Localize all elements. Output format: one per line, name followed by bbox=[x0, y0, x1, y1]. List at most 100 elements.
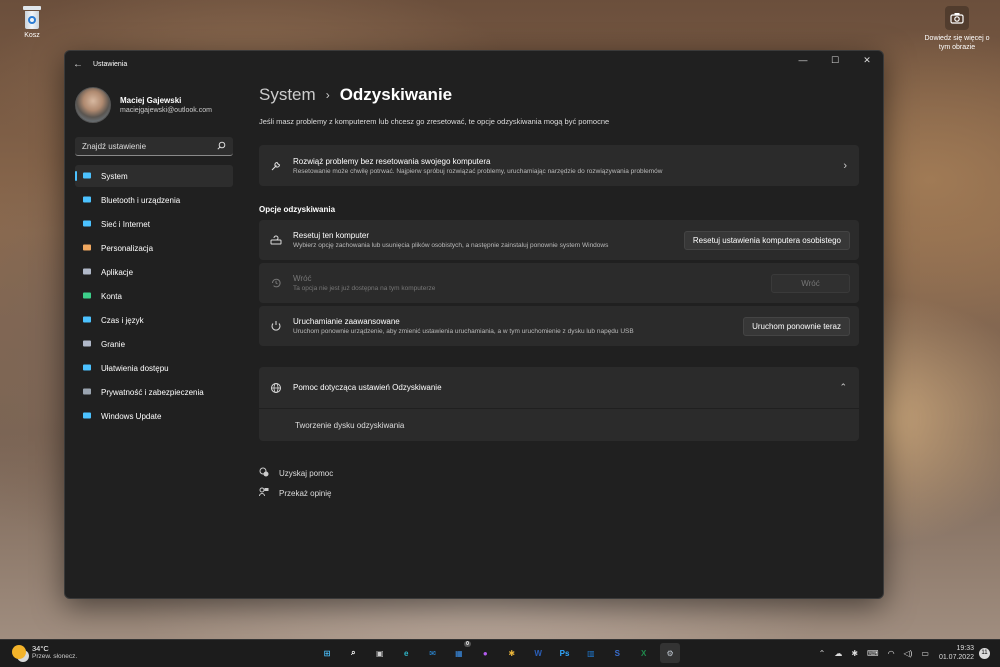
wifi-icon bbox=[81, 219, 93, 229]
sidebar-item-label: System bbox=[101, 171, 128, 181]
taskbar-excel-button[interactable]: X bbox=[634, 643, 654, 663]
sidebar-item-brush[interactable]: Personalizacja bbox=[75, 237, 233, 259]
update-icon bbox=[81, 411, 93, 421]
page-title: Odzyskiwanie bbox=[339, 85, 453, 104]
reset-pc-card: Resetuj ten komputer Wybierz opcję zacho… bbox=[259, 220, 859, 260]
battery-icon[interactable]: ▭ bbox=[921, 649, 929, 658]
weather-widget[interactable]: 34°C Przew. słonecz. bbox=[12, 644, 77, 660]
taskbar-start-button[interactable]: ⊞ bbox=[317, 643, 337, 663]
globe-icon bbox=[259, 382, 293, 394]
close-button[interactable]: ✕ bbox=[851, 51, 883, 69]
sidebar-item-monitor[interactable]: System bbox=[75, 165, 233, 187]
maximize-button[interactable]: ☐ bbox=[819, 51, 851, 69]
settings-icon: ⚙ bbox=[666, 648, 674, 658]
taskbar-apps: ⊞ ⌕ ▣ e ✉ ▦ 0 ● ✱ W Ps ▥ S X ⚙ bbox=[317, 641, 686, 663]
sidebar-item-label: Sieć i Internet bbox=[101, 219, 150, 229]
shield-icon bbox=[81, 387, 93, 397]
reset-pc-button[interactable]: Resetuj ustawienia komputera osobistego bbox=[683, 230, 850, 250]
help-expander[interactable]: Pomoc dotycząca ustawień Odzyskiwanie ⌃ bbox=[259, 367, 859, 408]
troubleshoot-card[interactable]: Rozwiąż problemy bez resetowania swojego… bbox=[259, 145, 859, 186]
taskbar-photoshop-button[interactable]: Ps bbox=[555, 643, 575, 663]
clock[interactable]: 19:33 01.07.2022 bbox=[939, 644, 974, 662]
camera-icon bbox=[945, 6, 969, 30]
sidebar-item-label: Personalizacja bbox=[101, 243, 154, 253]
task-view-icon: ▣ bbox=[376, 648, 384, 658]
recycle-bin[interactable]: Kosz bbox=[14, 6, 50, 39]
cloud-icon[interactable]: ☁ bbox=[834, 649, 842, 658]
taskbar-messenger-button[interactable]: ● bbox=[475, 643, 495, 663]
wifi-icon[interactable]: ◠ bbox=[888, 649, 895, 658]
sidebar-item-label: Windows Update bbox=[101, 411, 162, 421]
learn-about-image-widget[interactable]: Dowiedz się więcej o tym obrazie bbox=[922, 4, 992, 52]
taskbar-store-button[interactable]: ▦ 0 bbox=[449, 641, 471, 663]
sidebar-item-bluetooth[interactable]: Bluetooth i urządzenia bbox=[75, 189, 233, 211]
word-icon: W bbox=[534, 648, 542, 658]
mail-icon: ✉ bbox=[429, 648, 436, 658]
taskbar-edge-button[interactable]: e bbox=[396, 643, 416, 663]
search-icon: ⌕ bbox=[351, 648, 356, 657]
sidebar-item-gamepad[interactable]: Granie bbox=[75, 333, 233, 355]
minimize-button[interactable]: — bbox=[787, 51, 819, 69]
restart-now-button[interactable]: Uruchom ponownie teraz bbox=[743, 316, 850, 336]
sidebar-item-apps[interactable]: Aplikacje bbox=[75, 261, 233, 283]
user-profile[interactable]: Maciej Gajewski maciejgajewski@outlook.c… bbox=[65, 77, 243, 127]
go-back-desc: Ta opcja nie jest już dostępna na tym ko… bbox=[293, 285, 436, 292]
create-recovery-drive-link[interactable]: Tworzenie dysku odzyskiwania bbox=[259, 421, 404, 430]
go-back-title: Wróć bbox=[293, 274, 312, 283]
taskbar-mail-button[interactable]: ✉ bbox=[423, 643, 443, 663]
troubleshoot-desc: Resetowanie może chwilę potrwać. Najpier… bbox=[293, 167, 663, 175]
help-content: Tworzenie dysku odzyskiwania bbox=[259, 409, 859, 441]
reset-pc-desc: Wybierz opcję zachowania lub usunięcia p… bbox=[293, 242, 609, 249]
chevron-up-icon[interactable]: ⌃ bbox=[819, 649, 826, 658]
search-input[interactable]: Znajdź ustawienie bbox=[75, 137, 233, 156]
advanced-startup-title: Uruchamianie zaawansowane bbox=[293, 317, 400, 326]
sidebar-item-wifi[interactable]: Sieć i Internet bbox=[75, 213, 233, 235]
give-feedback-link[interactable]: Przekaż opinię bbox=[259, 483, 859, 503]
bluetooth-icon bbox=[81, 195, 93, 205]
sidebar-item-label: Czas i język bbox=[101, 315, 144, 325]
get-help-link[interactable]: Uzyskaj pomoc bbox=[259, 463, 859, 483]
title-bar: ← Ustawienia — ☐ ✕ bbox=[65, 51, 883, 77]
sidebar-item-globe-clock[interactable]: Czas i język bbox=[75, 309, 233, 331]
breadcrumb: System › Odzyskiwanie bbox=[259, 85, 859, 105]
sidebar-item-label: Konta bbox=[101, 291, 122, 301]
sidebar-item-update[interactable]: Windows Update bbox=[75, 405, 233, 427]
chevron-up-icon: ⌃ bbox=[839, 382, 847, 392]
taskbar-word-button[interactable]: W bbox=[528, 643, 548, 663]
user-email: maciejgajewski@outlook.com bbox=[120, 107, 212, 114]
go-back-button[interactable]: Wróć bbox=[771, 273, 850, 293]
taskbar-search-button[interactable]: ⌕ bbox=[343, 643, 363, 663]
taskbar-settings-button[interactable]: ⚙ bbox=[660, 643, 681, 663]
taskbar-slack-button[interactable]: ✱ bbox=[502, 643, 522, 663]
go-back-card: Wróć Ta opcja nie jest już dostępna na t… bbox=[259, 263, 859, 303]
brush-icon bbox=[81, 243, 93, 253]
messenger-icon: ● bbox=[482, 648, 488, 658]
taskbar-outlook-button[interactable]: S bbox=[607, 643, 627, 663]
get-help-label: Uzyskaj pomoc bbox=[279, 468, 334, 478]
sidebar-item-label: Ułatwienia dostępu bbox=[101, 363, 169, 373]
slack-tray-icon[interactable]: ✱ bbox=[851, 649, 858, 658]
sidebar-item-accessibility[interactable]: Ułatwienia dostępu bbox=[75, 357, 233, 379]
volume-icon[interactable]: ◁) bbox=[904, 649, 913, 658]
taskbar-task-view-button[interactable]: ▣ bbox=[370, 643, 390, 663]
recovery-options-heading: Opcje odzyskiwania bbox=[259, 205, 336, 214]
give-feedback-label: Przekaż opinię bbox=[279, 488, 332, 498]
sidebar-item-shield[interactable]: Prywatność i zabezpieczenia bbox=[75, 381, 233, 403]
wrench-icon bbox=[259, 160, 293, 172]
breadcrumb-parent[interactable]: System bbox=[259, 85, 316, 105]
sidebar-item-label: Prywatność i zabezpieczenia bbox=[101, 387, 204, 397]
apps-icon bbox=[81, 267, 93, 277]
back-arrow-icon[interactable]: ← bbox=[65, 51, 91, 77]
help-links: Uzyskaj pomoc Przekaż opinię bbox=[259, 463, 859, 503]
sidebar-item-label: Granie bbox=[101, 339, 126, 349]
notification-badge[interactable]: 11 bbox=[979, 647, 990, 659]
start-icon: ⊞ bbox=[323, 648, 331, 658]
recycle-bin-icon bbox=[21, 6, 43, 30]
reset-pc-title: Resetuj ten komputer bbox=[293, 231, 370, 240]
taskbar-trello-button[interactable]: ▥ bbox=[581, 643, 601, 663]
sidebar-item-person[interactable]: Konta bbox=[75, 285, 233, 307]
store-icon: ▦ bbox=[455, 648, 463, 658]
keyboard-icon[interactable]: ⌨ bbox=[867, 649, 879, 658]
troubleshoot-title: Rozwiąż problemy bez resetowania swojego… bbox=[293, 156, 491, 166]
settings-window: ← Ustawienia — ☐ ✕ Maciej Gajewski macie… bbox=[64, 50, 884, 599]
